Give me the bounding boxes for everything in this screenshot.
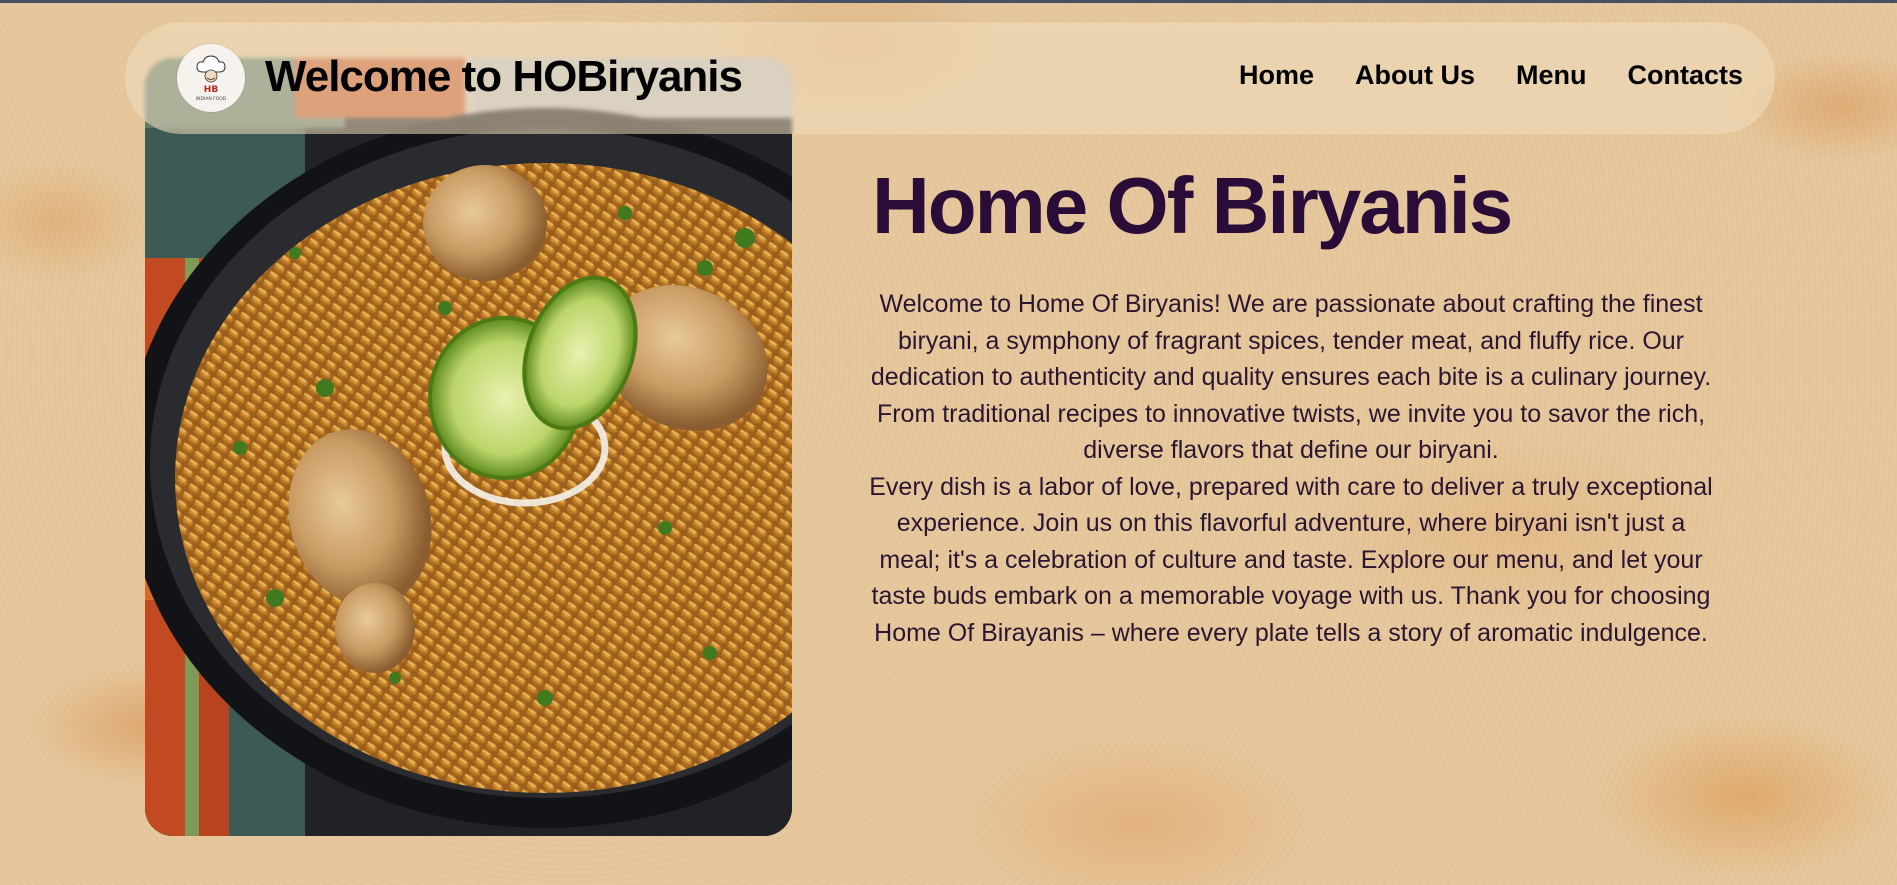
intro-paragraph-1: Welcome to Home Of Biryanis! We are pass… — [870, 290, 1712, 464]
nav-menu[interactable]: Menu — [1516, 60, 1587, 91]
intro-text: Welcome to Home Of Biryanis! We are pass… — [866, 286, 1716, 651]
biryani-dish-image — [145, 58, 792, 836]
intro-paragraph-2: Every dish is a labor of love, prepared … — [869, 472, 1713, 647]
site-header: HB INDIAN FOOD Welcome to HOBiryanis Hom… — [125, 22, 1775, 134]
site-title: Welcome to HOBiryanis — [265, 52, 743, 101]
nav-home[interactable]: Home — [1239, 60, 1314, 91]
chef-logo-icon[interactable]: HB INDIAN FOOD — [177, 44, 245, 112]
svg-text:INDIAN FOOD: INDIAN FOOD — [196, 96, 227, 102]
top-border — [0, 0, 1897, 3]
nav-about-us[interactable]: About Us — [1355, 60, 1475, 91]
main-nav: Home About Us Menu Contacts — [1239, 60, 1743, 91]
nav-contacts[interactable]: Contacts — [1627, 60, 1743, 91]
svg-text:HB: HB — [204, 85, 219, 95]
page-headline: Home Of Biryanis — [872, 161, 1513, 250]
